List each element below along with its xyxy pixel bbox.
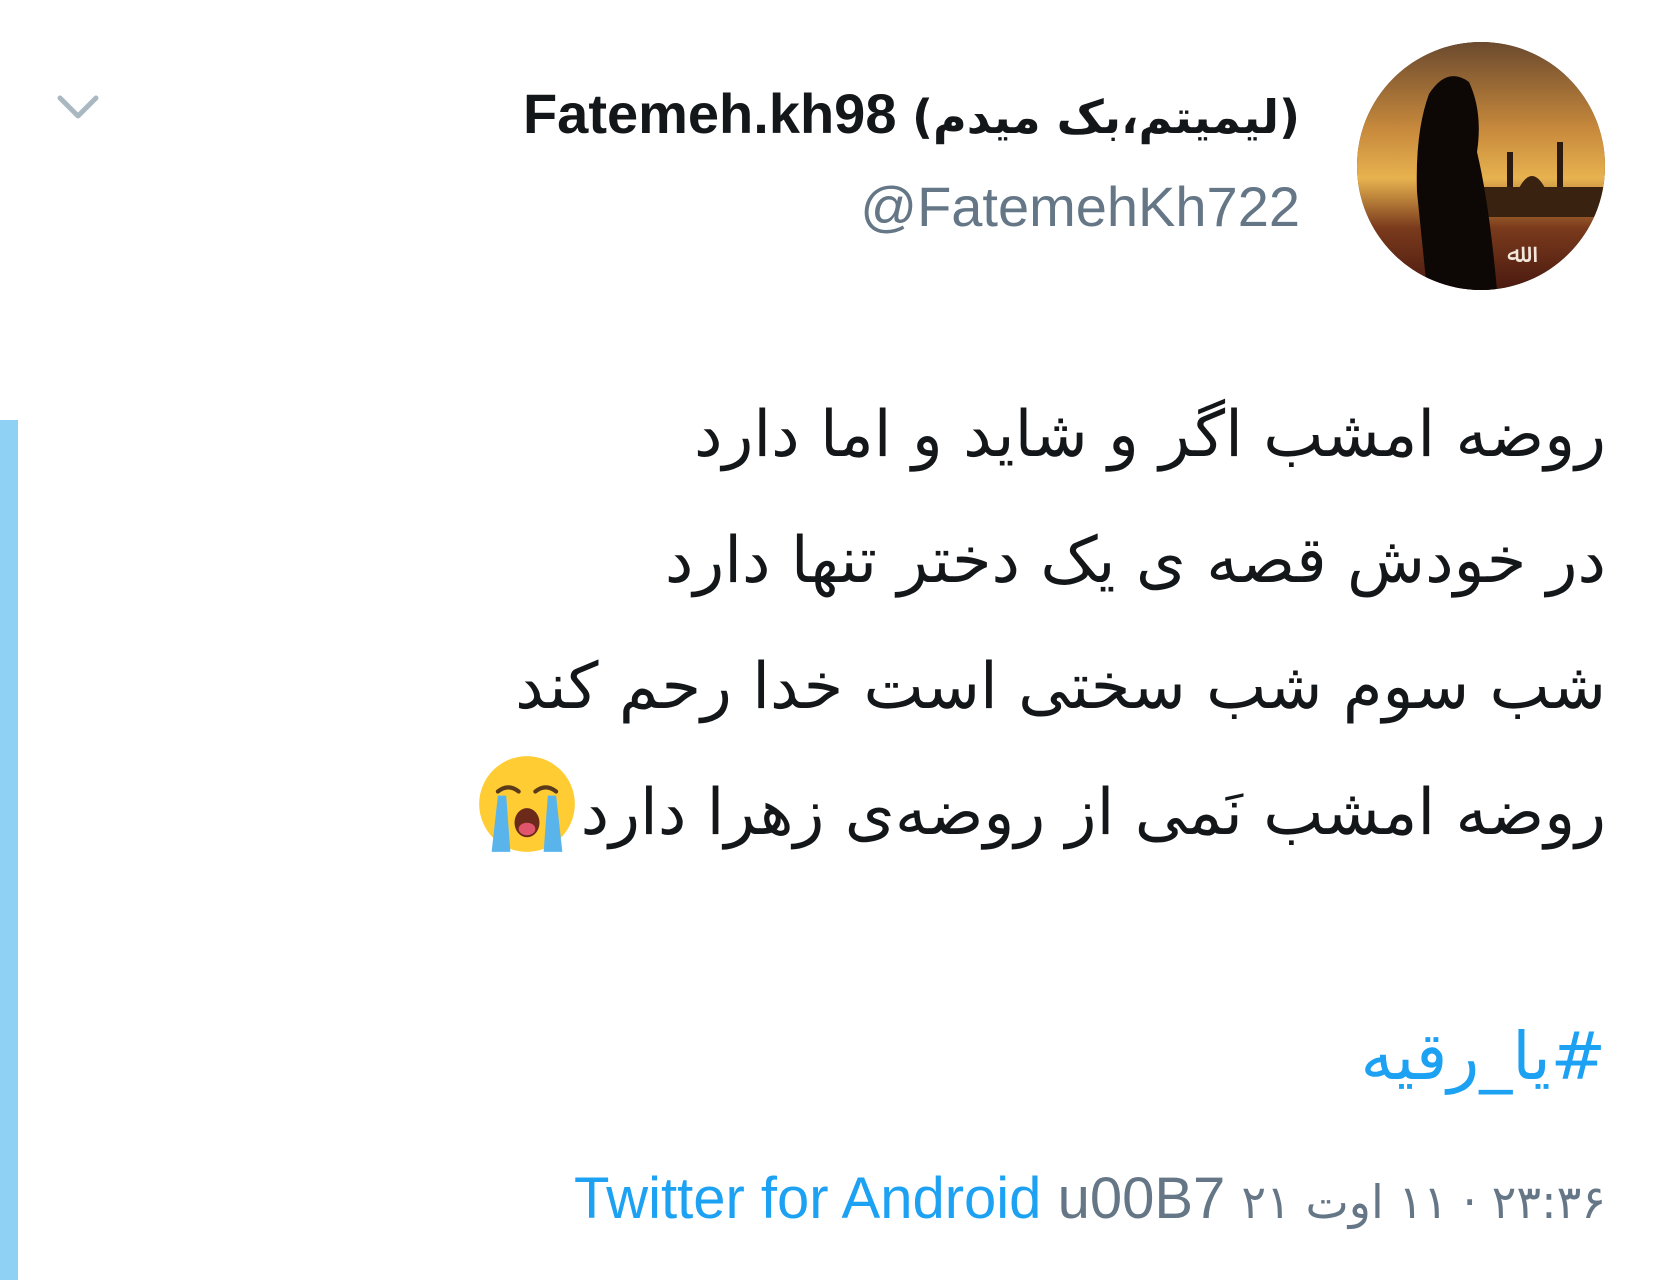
tweet-timestamp[interactable]: ۲۳:۳۶ · ۱۱ اوت ۲۱ (1241, 1175, 1606, 1229)
thread-line (0, 420, 18, 1280)
chevron-down-icon[interactable] (54, 88, 102, 128)
user-handle[interactable]: @FatemehKh722 (523, 167, 1300, 247)
tweet-header: Fatemeh.kh98 (لیمیتم،بک میدم) @FatemehKh… (523, 78, 1300, 247)
tweet-meta: Twitter for Android u00B7 ۲۳:۳۶ · ۱۱ اوت… (574, 1164, 1606, 1237)
crying-face-icon (478, 756, 575, 852)
hashtag-link[interactable]: #یا_رقیه (1360, 1018, 1606, 1095)
source-link[interactable]: Twitter for Android (574, 1166, 1041, 1231)
tweet-line-3: شب سوم شب سختی است خدا رحم کند (515, 650, 1606, 724)
tweet-text: روضه امشب اگر و شاید و اما دارد در خودش … (106, 372, 1606, 876)
tweet-line-4-wrapper: روضه امشب نَمی از روضه‌ی زهرا دارد (106, 750, 1606, 876)
display-name[interactable]: Fatemeh.kh98 (لیمیتم،بک میدم) (523, 78, 1300, 153)
meta-separator: u00B7 (1057, 1166, 1226, 1231)
display-name-persian: (لیمیتم،بک میدم) (912, 90, 1300, 144)
avatar[interactable]: ﷲ (1357, 42, 1605, 290)
tweet-line-2: در خودش قصه ی یک دختر تنها دارد (664, 524, 1606, 598)
display-name-latin: Fatemeh.kh98 (522, 82, 897, 145)
tweet-line-1: روضه امشب اگر و شاید و اما دارد (693, 398, 1606, 472)
tweet-line-4: روضه امشب نَمی از روضه‌ی زهرا دارد (580, 776, 1606, 850)
avatar-image: ﷲ (1357, 42, 1605, 290)
